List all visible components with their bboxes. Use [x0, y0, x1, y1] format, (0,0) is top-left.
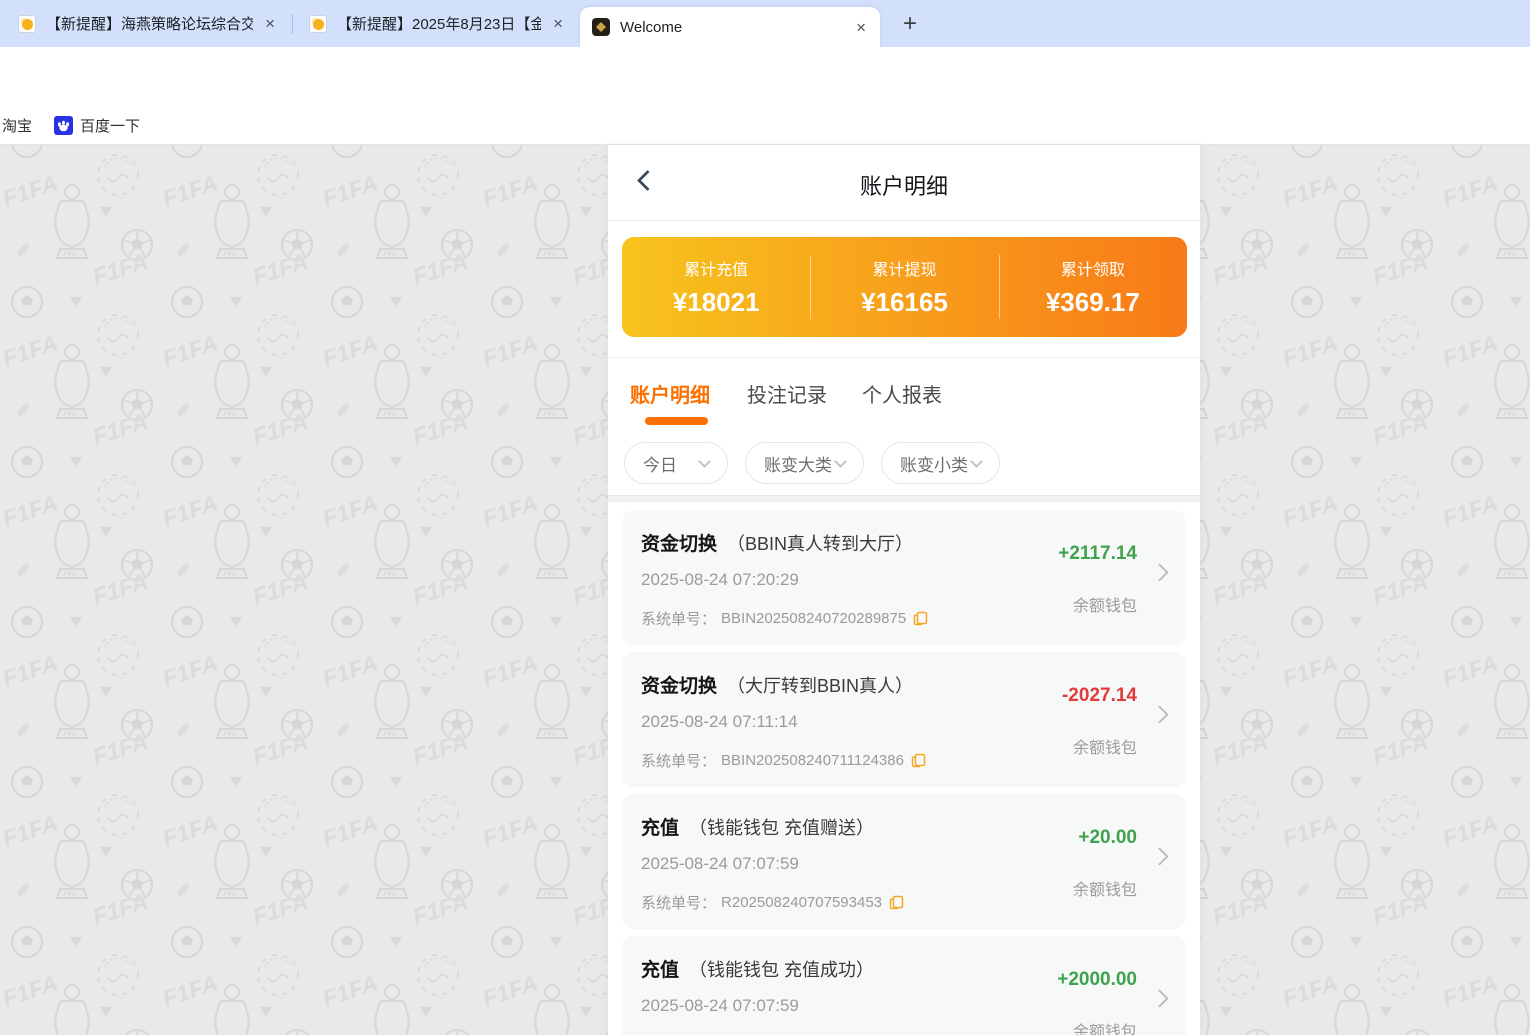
- browser-toolbar: 175616.cc/reports/index: [0, 47, 1530, 105]
- tab-strip: 【新提醒】海燕策略论坛综合交 × 【新提醒】2025年8月23日【金 × Wel…: [0, 0, 1530, 47]
- transaction-time: 2025-08-24 07:20:29: [641, 570, 799, 590]
- chevron-right-icon[interactable]: [1150, 705, 1168, 723]
- tab-title: Welcome: [620, 19, 844, 36]
- page-title: 账户明细: [608, 169, 1200, 201]
- order-number: BBIN202508240711124386: [721, 752, 904, 769]
- bookmark-baidu[interactable]: 百度一下: [54, 105, 140, 145]
- tab-close-icon[interactable]: ×: [549, 15, 567, 32]
- transaction-amount: +20.00: [1078, 827, 1137, 849]
- active-tab-underline: [645, 417, 708, 425]
- transaction-type: 资金切换: [641, 676, 717, 697]
- transaction-row[interactable]: 资金切换 （BBIN真人转到大厅） +2117.14 2025-08-24 07:…: [622, 510, 1186, 645]
- summary-card: 累计充值 ¥18021 累计提现 ¥16165 累计领取 ¥369.17: [622, 237, 1187, 337]
- transaction-amount: +2000.00: [1057, 969, 1137, 991]
- filter-label: 账变小类: [900, 451, 968, 476]
- bookmark-taobao[interactable]: 淘宝: [2, 105, 32, 145]
- summary-divider: [999, 255, 1000, 319]
- tab-bet-records[interactable]: 投注记录: [747, 379, 827, 408]
- summary-label: 累计充值: [622, 256, 810, 280]
- transaction-detail: （BBIN真人转到大厅）: [727, 534, 913, 554]
- transaction-detail: （大厅转到BBIN真人）: [727, 676, 913, 696]
- transaction-time: 2025-08-24 07:07:59: [641, 854, 799, 874]
- transaction-row[interactable]: 充值 （钱能钱包 充值成功） +2000.00 2025-08-24 07:07:…: [622, 936, 1186, 1035]
- copy-icon[interactable]: [911, 753, 926, 768]
- new-tab-button[interactable]: +: [896, 10, 924, 38]
- chevron-down-icon: [698, 455, 711, 468]
- account-panel: 账户明细 累计充值 ¥18021 累计提现 ¥16165 累计领取 ¥369.1…: [608, 145, 1200, 1035]
- transaction-type: 充值: [641, 960, 679, 981]
- summary-value: ¥369.17: [999, 287, 1187, 318]
- summary-value: ¥16165: [810, 287, 998, 318]
- summary-label: 累计提现: [810, 256, 998, 280]
- tab-title: 【新提醒】海燕策略论坛综合交: [46, 13, 253, 34]
- transaction-row[interactable]: 充值 （钱能钱包 充值赠送） +20.00 2025-08-24 07:07:59…: [622, 794, 1186, 929]
- transaction-wallet: 余额钱包: [1073, 876, 1137, 900]
- transaction-wallet: 余额钱包: [1073, 592, 1137, 616]
- chevron-right-icon[interactable]: [1150, 847, 1168, 865]
- bookmarks-bar: 淘宝 百度一下: [0, 105, 1530, 145]
- filter-major-category-dropdown[interactable]: 账变大类: [745, 442, 864, 484]
- transaction-title: 资金切换 （BBIN真人转到大厅）: [641, 529, 913, 556]
- transaction-amount: -2027.14: [1062, 685, 1137, 707]
- order-number: R202508240707593453: [721, 894, 882, 911]
- transaction-wallet: 余额钱包: [1073, 734, 1137, 758]
- transaction-time: 2025-08-24 07:11:14: [641, 712, 798, 732]
- transaction-title: 资金切换 （大厅转到BBIN真人）: [641, 671, 913, 698]
- order-label: 系统单号：: [641, 750, 716, 771]
- copy-icon[interactable]: [913, 611, 928, 626]
- transaction-detail: （钱能钱包 充值赠送）: [689, 818, 874, 838]
- order-number: BBIN202508240720289875: [721, 610, 906, 627]
- summary-total-withdraw: 累计提现 ¥16165: [810, 237, 998, 337]
- chevron-right-icon[interactable]: [1150, 989, 1168, 1007]
- browser-tab-1[interactable]: 【新提醒】海燕策略论坛综合交 ×: [6, 0, 289, 47]
- filter-label: 今日: [643, 451, 677, 476]
- transaction-title: 充值 （钱能钱包 充值赠送）: [641, 813, 874, 840]
- section-tabs: 账户明细 投注记录 个人报表: [608, 357, 1200, 443]
- chevron-down-icon: [834, 455, 847, 468]
- tab-close-icon[interactable]: ×: [261, 15, 279, 32]
- order-label: 系统单号：: [641, 608, 716, 629]
- browser-tab-2[interactable]: 【新提醒】2025年8月23日【金 ×: [297, 0, 577, 47]
- tab-title: 【新提醒】2025年8月23日【金: [337, 13, 541, 34]
- transaction-title: 充值 （钱能钱包 充值成功）: [641, 955, 874, 982]
- transaction-type: 充值: [641, 818, 679, 839]
- transaction-order: 系统单号： R202508240707593453: [641, 892, 904, 913]
- section-divider: [608, 495, 1200, 502]
- transaction-wallet: 余额钱包: [1073, 1018, 1137, 1035]
- forum-favicon-icon: [309, 15, 327, 33]
- panel-header: 账户明细: [608, 145, 1200, 221]
- transaction-amount: +2117.14: [1058, 543, 1137, 565]
- tab-close-icon[interactable]: ×: [852, 19, 870, 36]
- browser-tab-active[interactable]: Welcome ×: [580, 7, 880, 47]
- transaction-time: 2025-08-24 07:07:59: [641, 996, 799, 1016]
- transaction-order: 系统单号： BBIN202508240720289875: [641, 608, 928, 629]
- summary-divider: [810, 255, 811, 319]
- chevron-down-icon: [970, 455, 983, 468]
- tab-separator: [292, 14, 293, 34]
- tab-account-detail[interactable]: 账户明细: [630, 379, 710, 408]
- summary-value: ¥18021: [622, 287, 810, 318]
- transaction-type: 资金切换: [641, 534, 717, 555]
- page-content: FIFA F1FA F1FA: [0, 145, 1530, 1035]
- transaction-detail: （钱能钱包 充值成功）: [689, 960, 874, 980]
- summary-total-bonus: 累计领取 ¥369.17: [999, 237, 1187, 337]
- forum-favicon-icon: [18, 15, 36, 33]
- site-favicon-icon: [592, 18, 610, 36]
- transaction-row[interactable]: 资金切换 （大厅转到BBIN真人） -2027.14 2025-08-24 07:…: [622, 652, 1186, 787]
- order-label: 系统单号：: [641, 892, 716, 913]
- baidu-paw-icon: [54, 116, 73, 135]
- copy-icon[interactable]: [889, 895, 904, 910]
- tab-personal-report[interactable]: 个人报表: [862, 379, 942, 408]
- summary-label: 累计领取: [999, 256, 1187, 280]
- filter-label: 账变大类: [764, 451, 832, 476]
- bookmark-label: 淘宝: [2, 115, 32, 136]
- filter-minor-category-dropdown[interactable]: 账变小类: [881, 442, 1000, 484]
- filter-date-dropdown[interactable]: 今日: [624, 442, 728, 484]
- bookmark-label: 百度一下: [80, 115, 140, 136]
- transaction-order: 系统单号： BBIN202508240711124386: [641, 750, 926, 771]
- summary-total-deposit: 累计充值 ¥18021: [622, 237, 810, 337]
- chevron-right-icon[interactable]: [1150, 563, 1168, 581]
